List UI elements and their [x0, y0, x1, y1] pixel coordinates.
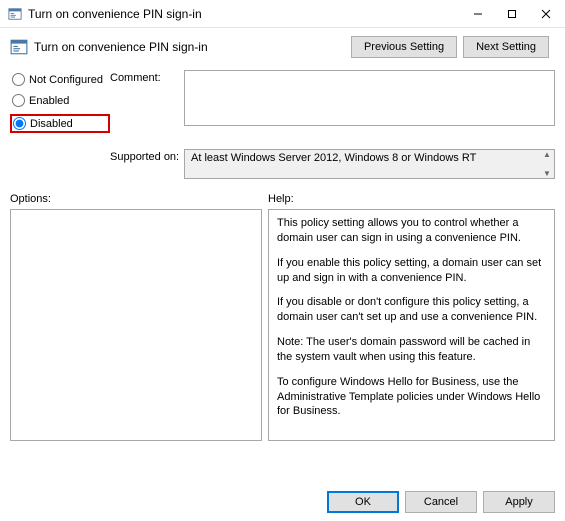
- help-paragraph: To configure Windows Hello for Business,…: [277, 375, 546, 420]
- help-panel[interactable]: This policy setting allows you to contro…: [268, 209, 555, 441]
- ok-button[interactable]: OK: [327, 491, 399, 513]
- supported-on-text: At least Windows Server 2012, Windows 8 …: [191, 152, 476, 164]
- app-icon: [8, 7, 22, 21]
- apply-button[interactable]: Apply: [483, 491, 555, 513]
- not-configured-radio[interactable]: Not Configured: [10, 72, 110, 87]
- help-paragraph: Note: The user's domain password will be…: [277, 335, 546, 365]
- next-setting-button[interactable]: Next Setting: [463, 36, 549, 58]
- not-configured-input[interactable]: [12, 73, 25, 86]
- enabled-radio[interactable]: Enabled: [10, 93, 110, 108]
- title-bar: Turn on convenience PIN sign-in: [0, 0, 565, 28]
- comment-label: Comment:: [110, 70, 184, 139]
- help-paragraph: If you enable this policy setting, a dom…: [277, 256, 546, 286]
- enabled-input[interactable]: [12, 94, 25, 107]
- maximize-button[interactable]: [495, 3, 529, 25]
- window-title: Turn on convenience PIN sign-in: [28, 7, 461, 21]
- previous-setting-button[interactable]: Previous Setting: [351, 36, 457, 58]
- options-label: Options:: [10, 193, 268, 205]
- supported-scrollbar[interactable]: ▲▼: [540, 150, 554, 178]
- comment-textarea[interactable]: [184, 70, 555, 126]
- not-configured-label: Not Configured: [29, 74, 103, 86]
- help-label: Help:: [268, 193, 555, 205]
- cancel-button[interactable]: Cancel: [405, 491, 477, 513]
- dialog-footer: OK Cancel Apply: [327, 491, 555, 513]
- policy-header: Turn on convenience PIN sign-in Previous…: [0, 28, 565, 66]
- minimize-button[interactable]: [461, 3, 495, 25]
- options-panel: [10, 209, 262, 441]
- disabled-input[interactable]: [13, 117, 26, 130]
- enabled-label: Enabled: [29, 95, 69, 107]
- help-paragraph: If you disable or don't configure this p…: [277, 295, 546, 325]
- supported-on-label: Supported on:: [10, 149, 184, 179]
- state-radio-group: Not Configured Enabled Disabled: [10, 70, 110, 139]
- disabled-radio[interactable]: Disabled: [10, 114, 110, 133]
- policy-icon: [10, 38, 28, 56]
- policy-title: Turn on convenience PIN sign-in: [34, 40, 351, 54]
- close-button[interactable]: [529, 3, 563, 25]
- disabled-label: Disabled: [30, 118, 73, 130]
- help-paragraph: This policy setting allows you to contro…: [277, 216, 546, 246]
- supported-on-box: At least Windows Server 2012, Windows 8 …: [184, 149, 555, 179]
